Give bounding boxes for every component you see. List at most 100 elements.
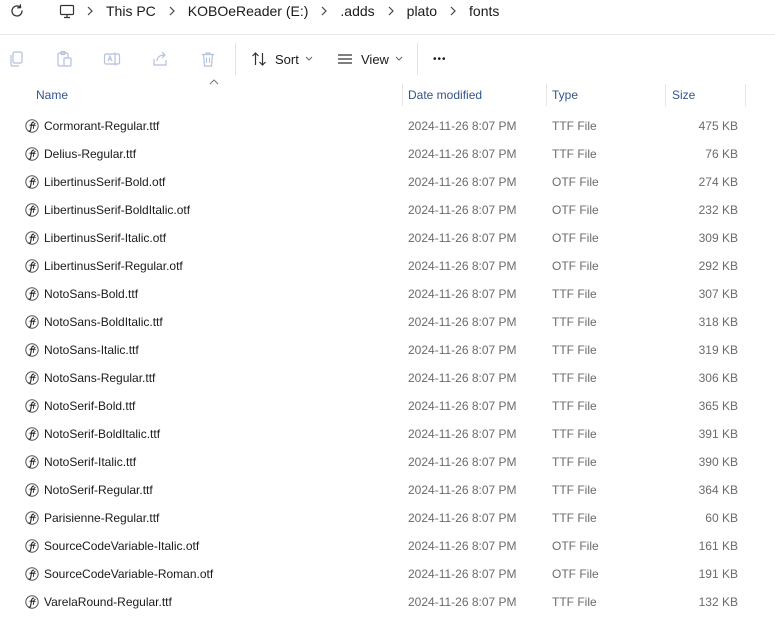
refresh-icon: [11, 4, 23, 17]
file-name: LibertinusSerif-Italic.otf: [44, 231, 167, 245]
sort-button[interactable]: Sort: [251, 47, 313, 71]
file-type: TTF File: [552, 371, 597, 385]
file-size: 309 KB: [698, 231, 738, 245]
file-name: NotoSans-Regular.ttf: [44, 371, 156, 385]
file-row[interactable]: NotoSerif-Italic.ttf 2024-11-26 8:07 PM TT…: [0, 448, 775, 476]
column-resizer[interactable]: [745, 84, 746, 106]
file-name: Cormorant-Regular.ttf: [44, 119, 160, 133]
font-file-icon: [25, 371, 39, 385]
file-date-modified: 2024-11-26 8:07 PM: [408, 259, 517, 273]
file-name: LibertinusSerif-Regular.otf: [44, 259, 183, 273]
file-type: TTF File: [552, 595, 597, 609]
file-row[interactable]: LibertinusSerif-Regular.otf 2024-11-26 8:…: [0, 252, 775, 280]
file-date-modified: 2024-11-26 8:07 PM: [408, 371, 517, 385]
file-name: SourceCodeVariable-Roman.otf: [44, 567, 214, 581]
font-file-icon: [25, 287, 39, 301]
file-row[interactable]: NotoSans-Bold.ttf 2024-11-26 8:07 PM TTF F…: [0, 280, 775, 308]
chevron-right-icon[interactable]: [76, 6, 104, 16]
breadcrumb-fonts[interactable]: fonts: [467, 3, 501, 19]
chevron-down-icon: [395, 56, 403, 61]
file-row[interactable]: LibertinusSerif-Italic.otf 2024-11-26 8:0…: [0, 224, 775, 252]
file-type: TTF File: [552, 511, 597, 525]
file-name: NotoSans-BoldItalic.ttf: [44, 315, 163, 329]
file-date-modified: 2024-11-26 8:07 PM: [408, 231, 517, 245]
more-options-button[interactable]: •••: [433, 47, 447, 71]
file-name: NotoSerif-Regular.ttf: [44, 483, 153, 497]
font-file-icon: [25, 119, 39, 133]
font-file-icon: [25, 567, 39, 581]
file-row[interactable]: NotoSerif-Regular.ttf 2024-11-26 8:07 PM T…: [0, 476, 775, 504]
file-row[interactable]: NotoSans-Regular.ttf 2024-11-26 8:07 PM TT…: [0, 364, 775, 392]
column-header-size[interactable]: Size: [672, 82, 744, 108]
column-resizer[interactable]: [402, 84, 403, 106]
file-date-modified: 2024-11-26 8:07 PM: [408, 343, 517, 357]
file-row[interactable]: NotoSans-Italic.ttf 2024-11-26 8:07 PM TTF…: [0, 336, 775, 364]
file-name: SourceCodeVariable-Italic.otf: [44, 539, 200, 553]
file-name: NotoSerif-Bold.ttf: [44, 399, 136, 413]
file-row[interactable]: VarelaRound-Regular.ttf 2024-11-26 8:07 P…: [0, 588, 775, 616]
file-date-modified: 2024-11-26 8:07 PM: [408, 315, 517, 329]
font-file-icon: [25, 595, 39, 609]
font-file-icon: [25, 147, 39, 161]
file-row[interactable]: NotoSans-BoldItalic.ttf 2024-11-26 8:07 P…: [0, 308, 775, 336]
rename-icon: [103, 52, 121, 66]
file-row[interactable]: NotoSerif-BoldItalic.ttf 2024-11-26 8:07 …: [0, 420, 775, 448]
breadcrumb-koboereader[interactable]: KOBOeReader (E:): [186, 3, 311, 19]
column-resizer[interactable]: [546, 84, 547, 106]
font-file-icon: [25, 259, 39, 273]
file-date-modified: 2024-11-26 8:07 PM: [408, 455, 517, 469]
file-date-modified: 2024-11-26 8:07 PM: [408, 595, 517, 609]
share-button[interactable]: [150, 49, 170, 69]
file-type: TTF File: [552, 315, 597, 329]
file-size: 76 KB: [705, 147, 738, 161]
breadcrumb-adds[interactable]: .adds: [338, 3, 376, 19]
column-header-type[interactable]: Type: [552, 82, 662, 108]
font-file-icon: [25, 511, 39, 525]
file-size: 306 KB: [698, 371, 738, 385]
column-header-name[interactable]: Name: [36, 82, 396, 108]
computer-icon[interactable]: [58, 2, 76, 20]
file-date-modified: 2024-11-26 8:07 PM: [408, 175, 517, 189]
refresh-button[interactable]: [8, 2, 26, 20]
view-button[interactable]: View: [337, 47, 403, 71]
file-date-modified: 2024-11-26 8:07 PM: [408, 511, 517, 525]
column-resizer[interactable]: [665, 84, 666, 106]
view-list-icon: [338, 54, 352, 64]
file-row[interactable]: LibertinusSerif-BoldItalic.otf 2024-11-26…: [0, 196, 775, 224]
copy-button[interactable]: [6, 49, 26, 69]
rename-button[interactable]: [102, 49, 122, 69]
file-row[interactable]: Parisienne-Regular.ttf 2024-11-26 8:07 PM…: [0, 504, 775, 532]
file-row[interactable]: NotoSerif-Bold.ttf 2024-11-26 8:07 PM TTF …: [0, 392, 775, 420]
file-date-modified: 2024-11-26 8:07 PM: [408, 287, 517, 301]
file-date-modified: 2024-11-26 8:07 PM: [408, 203, 517, 217]
file-size: 364 KB: [698, 483, 738, 497]
sort-icon: [252, 52, 266, 66]
file-row[interactable]: LibertinusSerif-Bold.otf 2024-11-26 8:07 …: [0, 168, 775, 196]
file-size: 292 KB: [698, 259, 738, 273]
file-size: 161 KB: [698, 539, 738, 553]
file-type: OTF File: [552, 539, 599, 553]
chevron-right-icon[interactable]: [439, 6, 467, 16]
file-name: NotoSans-Bold.ttf: [44, 287, 139, 301]
column-header-date[interactable]: Date modified: [408, 82, 544, 108]
breadcrumb-plato[interactable]: plato: [405, 3, 439, 19]
breadcrumb: This PC KOBOeReader (E:) .adds plato fon…: [46, 0, 775, 22]
font-file-icon: [25, 175, 39, 189]
file-date-modified: 2024-11-26 8:07 PM: [408, 567, 517, 581]
file-row[interactable]: Cormorant-Regular.ttf 2024-11-26 8:07 PM T…: [0, 112, 775, 140]
paste-icon: [57, 50, 72, 67]
file-size: 391 KB: [698, 427, 738, 441]
file-size: 232 KB: [698, 203, 738, 217]
file-row[interactable]: SourceCodeVariable-Roman.otf 2024-11-26 8…: [0, 560, 775, 588]
file-type: OTF File: [552, 203, 599, 217]
chevron-right-icon[interactable]: [310, 6, 338, 16]
chevron-right-icon[interactable]: [158, 6, 186, 16]
breadcrumb-this-pc[interactable]: This PC: [104, 3, 158, 19]
font-file-icon: [25, 427, 39, 441]
delete-button[interactable]: [198, 49, 218, 69]
chevron-right-icon[interactable]: [377, 6, 405, 16]
address-bar: This PC KOBOeReader (E:) .adds plato fon…: [0, 0, 775, 22]
paste-button[interactable]: [54, 49, 74, 69]
file-row[interactable]: Delius-Regular.ttf 2024-11-26 8:07 PM TTF …: [0, 140, 775, 168]
file-row[interactable]: SourceCodeVariable-Italic.otf 2024-11-26 …: [0, 532, 775, 560]
